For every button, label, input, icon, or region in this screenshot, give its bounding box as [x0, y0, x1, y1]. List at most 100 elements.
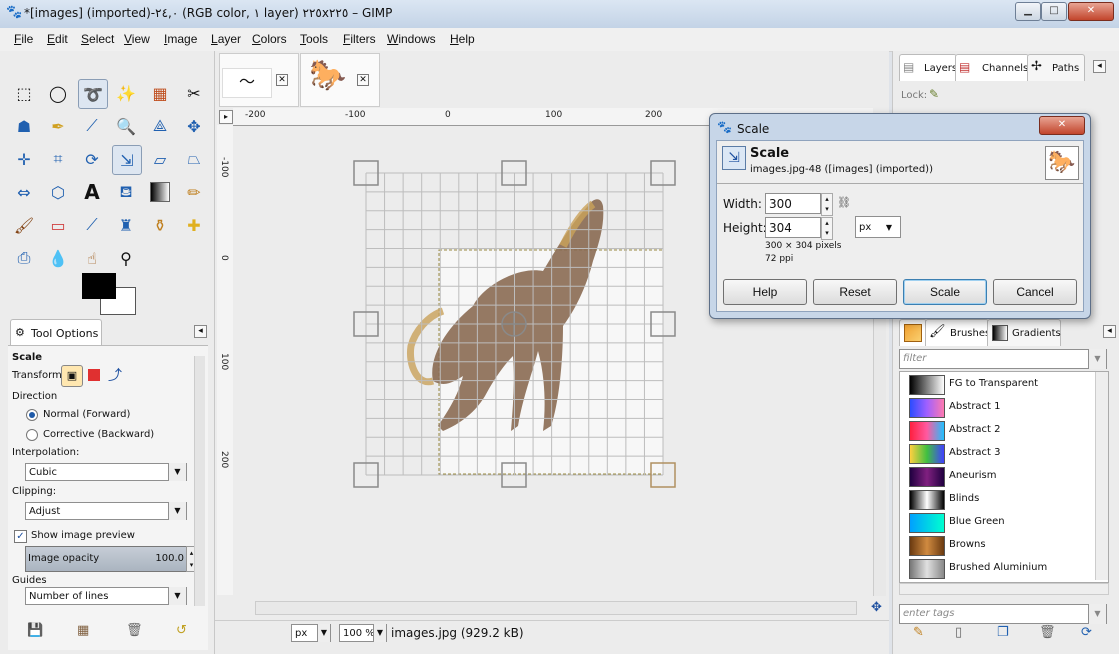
menu-layer[interactable]: Layer	[211, 32, 241, 46]
save-options-icon[interactable]: 💾	[27, 623, 43, 638]
transform-path-icon[interactable]: ⤴	[108, 365, 122, 385]
clipping-select[interactable]: Adjust ▼	[25, 502, 187, 520]
menu-edit[interactable]: Edit	[47, 32, 68, 46]
list-item[interactable]: Brushed Aluminium	[909, 557, 1099, 579]
new-gradient-icon[interactable]: ▯	[955, 625, 962, 640]
menu-select[interactable]: Select	[81, 32, 114, 46]
minimize-button[interactable]: ▁	[1015, 2, 1041, 21]
guides-select[interactable]: Number of lines ▼	[25, 587, 187, 605]
measure-icon[interactable]: ⟁	[146, 112, 174, 140]
help-button[interactable]: Help	[723, 279, 807, 305]
paintbrush-icon[interactable]: 🖌	[10, 211, 38, 239]
close-icon[interactable]: ✕	[357, 74, 369, 86]
foreground-color-front[interactable]	[82, 273, 116, 299]
scale-button[interactable]: Scale	[903, 279, 987, 305]
list-item[interactable]: Blinds	[909, 488, 1099, 510]
close-icon[interactable]: ✕	[276, 74, 288, 86]
image-tab-1[interactable]: 〜 ✕	[219, 53, 299, 107]
crop-icon[interactable]: ⌗	[44, 145, 72, 173]
direction-corrective-radio[interactable]	[26, 429, 38, 441]
dialog-close-button[interactable]: ✕	[1039, 116, 1085, 135]
height-spin-arrows[interactable]: ▴ ▾	[821, 217, 833, 240]
airbrush-icon[interactable]: ⟋	[78, 211, 106, 239]
perspective-icon[interactable]: ⏢	[180, 145, 208, 173]
zoom-select[interactable]: 100 % ▼	[339, 624, 387, 642]
tab-patterns[interactable]	[899, 319, 927, 346]
scissors-icon[interactable]: ✂	[180, 79, 208, 107]
delete-options-icon[interactable]: 🗑	[126, 623, 143, 638]
filter-input[interactable]: filter ▼	[899, 349, 1107, 369]
list-item[interactable]: Browns	[909, 534, 1099, 556]
text-tool-icon[interactable]: A	[78, 178, 106, 206]
image-tab-2[interactable]: 🐎 ✕	[300, 53, 380, 107]
fuzzy-select-icon[interactable]: ✨	[112, 79, 140, 107]
width-input[interactable]: 300	[765, 193, 821, 214]
rotate-icon[interactable]: ⟳	[78, 145, 106, 173]
tab-channels[interactable]: ▤ Channels	[955, 54, 1029, 81]
ellipse-select-icon[interactable]: ◯	[44, 79, 72, 107]
gradient-hscrollbar[interactable]	[899, 583, 1109, 595]
color-picker-icon[interactable]: ⟋	[78, 112, 106, 140]
blur-icon[interactable]: 💧	[44, 244, 72, 272]
cage-transform-icon[interactable]: ⬡	[44, 178, 72, 206]
show-preview-checkbox[interactable]: ✓	[14, 530, 27, 543]
menu-filters[interactable]: Filters	[343, 32, 376, 46]
select-by-color-icon[interactable]: ▦	[146, 79, 174, 107]
foreground-select-icon[interactable]: ☗	[10, 112, 38, 140]
refresh-gradients-icon[interactable]: ⟳	[1081, 625, 1092, 640]
reset-button[interactable]: Reset	[813, 279, 897, 305]
zoom-icon[interactable]: 🔍	[112, 112, 140, 140]
height-input[interactable]: 304	[765, 217, 821, 238]
list-item[interactable]: Abstract 1	[909, 396, 1099, 418]
ink-icon[interactable]: ♜	[112, 211, 140, 239]
flip-icon[interactable]: ⇔	[10, 178, 38, 206]
eraser-icon[interactable]: ▭	[44, 211, 72, 239]
menu-help[interactable]: Help	[450, 32, 475, 46]
unit-select[interactable]: px ▼	[855, 216, 901, 238]
panel-menu-icon[interactable]: ◂	[1103, 325, 1116, 338]
gradient-list-scrollbar[interactable]	[1095, 372, 1108, 580]
tab-layers[interactable]: ▤ Layers	[899, 54, 957, 81]
perspective-clone-icon[interactable]: ⎙	[10, 244, 38, 272]
align-icon[interactable]: ✛	[10, 145, 38, 173]
cancel-button[interactable]: Cancel	[993, 279, 1077, 305]
shear-icon[interactable]: ▱	[146, 145, 174, 173]
clone-icon[interactable]: ⚱	[146, 211, 174, 239]
unit-select[interactable]: px ▼	[291, 624, 331, 642]
transform-selection-icon[interactable]	[88, 369, 100, 381]
chain-link-icon[interactable]: ⛓	[837, 196, 851, 209]
list-item[interactable]: FG to Transparent	[909, 373, 1099, 395]
duplicate-gradient-icon[interactable]: ❐	[997, 625, 1009, 640]
rect-select-icon[interactable]: ⬚	[10, 79, 38, 107]
navigate-icon[interactable]: ✥	[871, 600, 882, 615]
dodge-burn-icon[interactable]: ⚲	[112, 244, 140, 272]
edit-gradient-icon[interactable]: ✎	[913, 625, 924, 640]
tab-tool-options[interactable]: ⚙ Tool Options	[10, 319, 102, 346]
direction-normal-radio[interactable]	[26, 409, 38, 421]
smudge-icon[interactable]: ☝	[78, 244, 106, 272]
menu-windows[interactable]: Windows	[387, 32, 436, 46]
list-item[interactable]: Abstract 3	[909, 442, 1099, 464]
maximize-button[interactable]: □	[1041, 2, 1067, 21]
pencil-icon[interactable]: ✏	[180, 178, 208, 206]
panel-menu-icon[interactable]: ◂	[194, 325, 207, 338]
quick-mask-icon[interactable]: ▸	[219, 110, 233, 124]
reset-options-icon[interactable]: ↺	[176, 623, 187, 638]
move-icon[interactable]: ✥	[180, 112, 208, 140]
tags-input[interactable]: enter tags ▼	[899, 604, 1107, 624]
bucket-fill-icon[interactable]: ⛾	[112, 178, 140, 206]
transform-layer-icon[interactable]: ▣	[61, 365, 83, 387]
image-opacity-slider[interactable]: Image opacity 100.0	[25, 546, 187, 572]
scale-tool-icon[interactable]: ⇲	[112, 145, 142, 175]
horizontal-scrollbar[interactable]	[255, 601, 857, 615]
blend-icon[interactable]	[146, 178, 174, 206]
tab-brushes[interactable]: 🖌 Brushes	[925, 319, 990, 346]
menu-tools[interactable]: Tools	[300, 32, 328, 46]
list-item[interactable]: Blue Green	[909, 511, 1099, 533]
tab-paths[interactable]: ✢ Paths	[1027, 54, 1085, 81]
free-select-icon[interactable]: ➰	[78, 79, 108, 109]
restore-options-icon[interactable]: ▦	[77, 623, 89, 638]
menu-colors[interactable]: Colors	[252, 32, 287, 46]
menu-file[interactable]: File	[14, 32, 33, 46]
lock-brush-icon[interactable]: ✎	[929, 87, 939, 101]
